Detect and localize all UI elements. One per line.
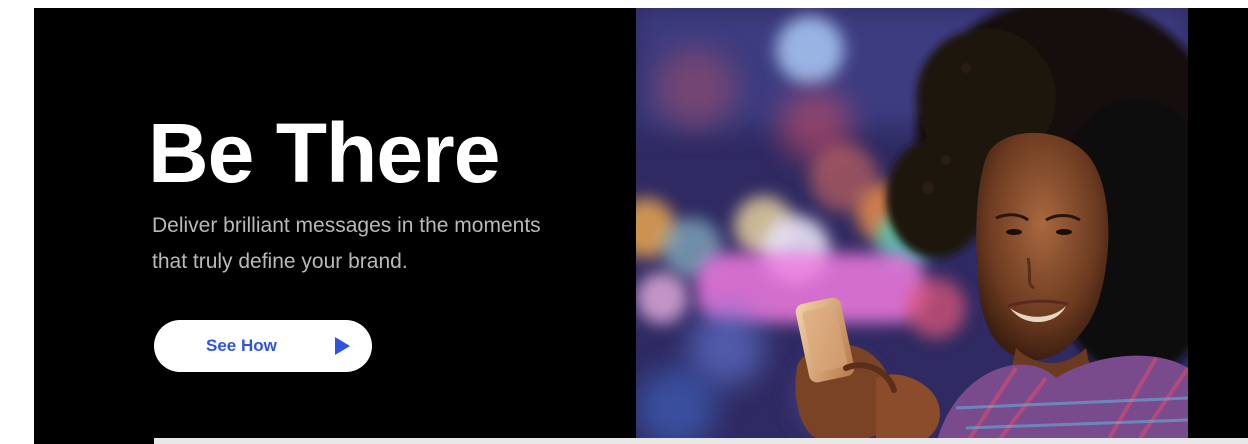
hero-subtext-line-2: that truly define your brand. [152,250,408,273]
bottom-divider [154,438,1248,444]
play-triangle-icon [335,337,350,355]
hero-text-panel: Be There Deliver brilliant messages in t… [34,8,636,444]
see-how-button[interactable]: See How [154,320,372,372]
hero-subtext-line-1: Deliver brilliant messages in the moment… [152,214,541,237]
hero-headline: Be There [148,106,500,200]
see-how-label: See How [206,336,277,355]
hero-banner: Be There Deliver brilliant messages in t… [34,8,1248,444]
right-edge-strip [1188,8,1248,444]
hero-photo [636,8,1188,444]
hero-photo-illustration [636,8,1188,444]
hero-subtext: Deliver brilliant messages in the moment… [152,208,622,280]
